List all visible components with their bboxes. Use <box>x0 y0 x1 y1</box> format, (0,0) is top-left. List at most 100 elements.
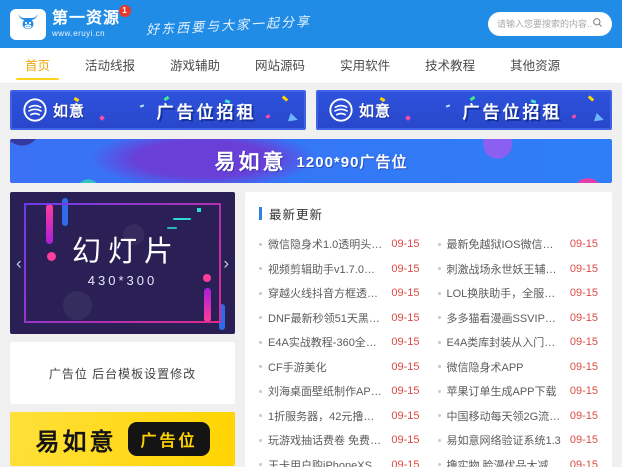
list-item[interactable]: 中国移动每天领2G流量教程 09-15 <box>438 404 599 429</box>
nav-item[interactable]: 游戏辅助 <box>161 48 229 83</box>
list-item[interactable]: 刺激战场永世妖王辅助最新破解版 09-15 <box>438 257 599 282</box>
yellow-ad-banner[interactable]: 易如意 广告位 <box>10 412 235 466</box>
list-item[interactable]: 微信隐身术APP 09-15 <box>438 355 599 380</box>
article-title[interactable]: 微信隐身术1.0透明头像透空白名字 <box>268 236 383 252</box>
article-title[interactable]: E4A实战教程-360全网影视搜索二 <box>268 334 383 350</box>
search-box[interactable] <box>488 12 612 36</box>
list-item[interactable]: 微信隐身术1.0透明头像透空白名字 09-15 <box>259 232 420 257</box>
list-item[interactable]: 易如意网络验证系统1.3 09-15 <box>438 428 599 453</box>
article-title[interactable]: E4A类库封装从入门到放弃 <box>447 334 562 350</box>
slideshow-title: 幻灯片 <box>10 228 235 270</box>
list-item[interactable]: LOL换肤助手，全服通用，老外出品 09-15 <box>438 281 599 306</box>
list-item[interactable]: DNF最新秒领51天黑钻活动 09-15 <box>259 306 420 331</box>
list-item[interactable]: 最新免越狱IOS微信新钻石VIP 超强防封版 09-15 <box>438 232 599 257</box>
confetti <box>288 113 299 124</box>
site-url: www.eruyi.cn <box>52 30 120 38</box>
article-date: 09-15 <box>391 287 419 299</box>
bullet-icon <box>438 292 441 295</box>
next-arrow-icon[interactable]: › <box>223 255 229 272</box>
article-date: 09-15 <box>391 312 419 324</box>
article-title[interactable]: 苹果订单生成APP下载 <box>447 383 562 399</box>
article-title[interactable]: 多多猫看漫画SSVIP破解版 <box>447 310 562 326</box>
article-date: 09-15 <box>570 263 598 275</box>
bullet-icon <box>438 267 441 270</box>
list-item[interactable]: 撸实物 脸漫优品大减价的东东 09-15 <box>438 453 599 467</box>
article-date: 09-15 <box>570 312 598 324</box>
ruyi-circle-icon <box>22 97 48 123</box>
article-title[interactable]: 撸实物 脸漫优品大减价的东东 <box>447 457 562 467</box>
article-date: 09-15 <box>570 361 598 373</box>
ad-banner-right[interactable]: 如意 广告位招租 <box>316 90 612 130</box>
nav-item[interactable]: 技术教程 <box>416 48 484 83</box>
nav-item[interactable]: 活动线报 <box>76 48 144 83</box>
bullet-icon <box>259 414 262 417</box>
big-banner-brand: 易如意 <box>215 146 287 176</box>
search-icon[interactable] <box>592 15 603 33</box>
nav-item[interactable]: 网站源码 <box>246 48 314 83</box>
article-title[interactable]: DNF最新秒领51天黑钻活动 <box>268 310 383 326</box>
accent-bar-icon <box>259 207 262 220</box>
article-date: 09-15 <box>391 434 419 446</box>
article-title[interactable]: 微信隐身术APP <box>447 359 562 375</box>
section-header: 最新更新 <box>259 201 598 232</box>
article-title[interactable]: 玩游戏抽话费卷 免费领取话费流量 <box>268 432 383 448</box>
article-title[interactable]: CF手游美化 <box>268 359 383 375</box>
list-item[interactable]: 穿越火线抖音方框透视破解版V2.5 09-15 <box>259 281 420 306</box>
site-logo[interactable] <box>10 9 46 40</box>
article-date: 09-15 <box>570 385 598 397</box>
bullet-icon <box>259 390 262 393</box>
article-date: 09-15 <box>570 238 598 250</box>
article-title[interactable]: 最新免越狱IOS微信新钻石VIP 超强防封版 <box>447 236 562 252</box>
article-date: 09-15 <box>391 263 419 275</box>
list-item[interactable]: E4A类库封装从入门到放弃 09-15 <box>438 330 599 355</box>
main-nav: 首页活动线报游戏辅助网站源码实用软件技术教程其他资源 <box>0 48 622 84</box>
list-item[interactable]: 视频剪辑助手v1.7.0破解版 09-15 <box>259 257 420 282</box>
bullet-icon <box>259 439 262 442</box>
article-title[interactable]: 王卡用户购iPhoneXS领1年QQ豪绿+腾讯. <box>268 457 383 467</box>
article-title[interactable]: 刘海桌面壁纸制作APP下载 <box>268 383 383 399</box>
list-item[interactable]: 刘海桌面壁纸制作APP下载 09-15 <box>259 379 420 404</box>
article-title[interactable]: 视频剪辑助手v1.7.0破解版 <box>268 261 383 277</box>
confetti <box>572 114 577 119</box>
list-item[interactable]: CF手游美化 09-15 <box>259 355 420 380</box>
list-item[interactable]: 多多猫看漫画SSVIP破解版 09-15 <box>438 306 599 331</box>
bullet-icon <box>259 267 262 270</box>
bullet-icon <box>259 463 262 466</box>
search-input[interactable] <box>497 19 592 29</box>
prev-arrow-icon[interactable]: ‹ <box>16 255 22 272</box>
ad-placeholder-box[interactable]: 广告位 后台模板设置修改 <box>10 342 235 404</box>
article-title[interactable]: LOL换肤助手，全服通用，老外出品 <box>447 285 562 301</box>
article-title[interactable]: 中国移动每天领2G流量教程 <box>447 408 562 424</box>
ad-banner-text: 广告位招租 <box>429 98 563 123</box>
bullet-icon <box>438 439 441 442</box>
list-item[interactable]: 王卡用户购iPhoneXS领1年QQ豪绿+腾讯. 09-15 <box>259 453 420 467</box>
slideshow[interactable]: 幻灯片 430*300 ‹ › <box>10 192 235 334</box>
nav-item[interactable]: 实用软件 <box>331 48 399 83</box>
confetti <box>282 95 288 101</box>
nav-item[interactable]: 首页 <box>16 48 59 83</box>
article-title[interactable]: 1折服务器，42元撸半年 <box>268 408 383 424</box>
list-item[interactable]: 苹果订单生成APP下载 09-15 <box>438 379 599 404</box>
main-area: 幻灯片 430*300 ‹ › 广告位 后台模板设置修改 易如意 广告位 最新更… <box>10 192 612 467</box>
nav-item[interactable]: 其他资源 <box>501 48 569 83</box>
article-title[interactable]: 穿越火线抖音方框透视破解版V2.5 <box>268 285 383 301</box>
site-title[interactable]: 第一资源 1 <box>52 11 120 27</box>
article-title[interactable]: 刺激战场永世妖王辅助最新破解版 <box>447 261 562 277</box>
big-banner-text: 1200*90广告位 <box>297 151 408 172</box>
article-date: 09-15 <box>391 238 419 250</box>
list-item[interactable]: E4A实战教程-360全网影视搜索二 09-15 <box>259 330 420 355</box>
big-ad-banner[interactable]: 易如意 1200*90广告位 <box>10 139 612 183</box>
site-title-text: 第一资源 <box>52 10 120 27</box>
bullet-icon <box>438 341 441 344</box>
confetti <box>594 113 605 124</box>
article-title[interactable]: 易如意网络验证系统1.3 <box>447 432 562 448</box>
bull-logo-icon <box>15 10 41 39</box>
bullet-icon <box>259 316 262 319</box>
list-item[interactable]: 1折服务器，42元撸半年 09-15 <box>259 404 420 429</box>
notification-badge: 1 <box>119 5 131 17</box>
list-item[interactable]: 玩游戏抽话费卷 免费领取话费流量 09-15 <box>259 428 420 453</box>
ad-banner-left[interactable]: 如意 广告位招租 <box>10 90 306 130</box>
site-slogan: 好东西要与大家一起分享 <box>146 10 312 38</box>
article-date: 09-15 <box>391 336 419 348</box>
left-column: 幻灯片 430*300 ‹ › 广告位 后台模板设置修改 易如意 广告位 <box>10 192 235 466</box>
